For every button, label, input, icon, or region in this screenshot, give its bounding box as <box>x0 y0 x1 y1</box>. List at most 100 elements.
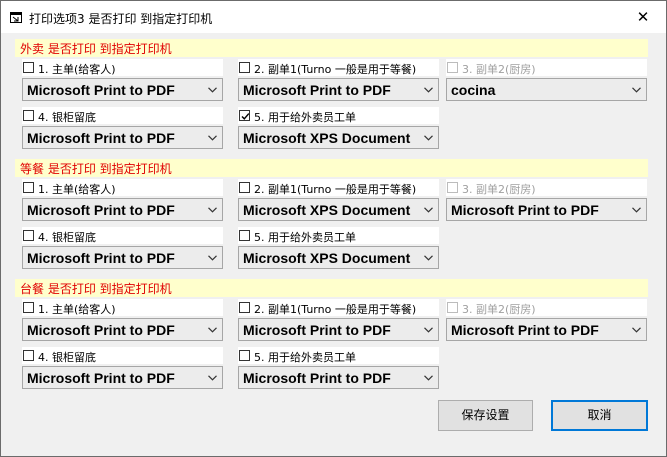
checkbox-row[interactable]: 1. 主单(给客人) <box>22 299 223 316</box>
checkbox[interactable] <box>239 62 250 73</box>
section-takeaway: 外卖 是否打印 到指定打印机 1. 主单(给客人) Microsoft Print … <box>1 39 666 159</box>
chevron-down-icon[interactable] <box>632 87 641 93</box>
chevron-down-icon[interactable] <box>424 87 433 93</box>
checkbox-row[interactable]: 2. 副单1(Turno 一般是用于等餐) <box>238 299 439 316</box>
checkbox-label: 1. 主单(给客人) <box>38 63 116 76</box>
printer-select[interactable]: cocina <box>446 78 647 101</box>
close-icon[interactable]: ✕ <box>620 1 666 33</box>
printer-select-value: Microsoft Print to PDF <box>27 82 175 98</box>
printer-select[interactable]: Microsoft Print to PDF <box>22 78 223 101</box>
chevron-down-icon[interactable] <box>424 255 433 261</box>
checkbox-row[interactable]: 5. 用于给外卖员工单 <box>238 107 439 124</box>
cancel-button[interactable]: 取消 <box>551 400 648 431</box>
checkbox-label: 3. 副单2(厨房) <box>462 183 536 196</box>
chevron-down-icon[interactable] <box>424 375 433 381</box>
print-slot-4: 4. 银柜留底 Microsoft Print to PDF <box>22 347 223 391</box>
printer-select[interactable]: Microsoft Print to PDF <box>22 126 223 149</box>
printer-select-value: Microsoft Print to PDF <box>27 322 175 338</box>
printer-select-value: cocina <box>451 82 496 98</box>
checkbox-label: 3. 副单2(厨房) <box>462 303 536 316</box>
checkbox[interactable] <box>239 350 250 361</box>
checkbox-row: 3. 副单2(厨房) <box>446 179 647 196</box>
checkmark-icon <box>241 113 250 120</box>
chevron-down-icon[interactable] <box>424 327 433 333</box>
checkbox-label: 2. 副单1(Turno 一般是用于等餐) <box>254 183 417 196</box>
section-title: 台餐 是否打印 到指定打印机 <box>20 282 172 296</box>
section-header: 台餐 是否打印 到指定打印机 <box>15 279 648 297</box>
checkbox[interactable] <box>23 182 34 193</box>
checkbox[interactable] <box>239 230 250 241</box>
checkbox-label: 4. 银柜留底 <box>38 231 96 244</box>
printer-select-value: Microsoft XPS Document <box>243 250 411 266</box>
checkbox <box>447 182 458 193</box>
printer-select[interactable]: Microsoft Print to PDF <box>22 198 223 221</box>
print-slot-5: 5. 用于给外卖员工单 Microsoft XPS Document <box>238 227 439 271</box>
checkbox-row[interactable]: 1. 主单(给客人) <box>22 179 223 196</box>
print-slot-4: 4. 银柜留底 Microsoft Print to PDF <box>22 107 223 151</box>
checkbox-row[interactable]: 2. 副单1(Turno 一般是用于等餐) <box>238 179 439 196</box>
checkbox-row[interactable]: 1. 主单(给客人) <box>22 59 223 76</box>
checkbox-row[interactable]: 4. 银柜留底 <box>22 107 223 124</box>
checkbox[interactable] <box>23 302 34 313</box>
checkbox-row[interactable]: 2. 副单1(Turno 一般是用于等餐) <box>238 59 439 76</box>
chevron-down-icon[interactable] <box>424 135 433 141</box>
window-title: 打印选项3 是否打印 到指定打印机 <box>29 12 213 26</box>
checkbox <box>447 62 458 73</box>
print-slot-3: 3. 副单2(厨房) Microsoft Print to PDF <box>446 179 647 223</box>
print-slot-3: 3. 副单2(厨房) Microsoft Print to PDF <box>446 299 647 343</box>
printer-select[interactable]: Microsoft Print to PDF <box>22 246 223 269</box>
checkbox-label: 5. 用于给外卖员工单 <box>254 111 356 124</box>
printer-select[interactable]: Microsoft Print to PDF <box>238 318 439 341</box>
section-header: 外卖 是否打印 到指定打印机 <box>15 39 648 57</box>
chevron-down-icon[interactable] <box>632 207 641 213</box>
printer-select-value: Microsoft Print to PDF <box>27 370 175 386</box>
app-icon <box>10 12 22 23</box>
printer-select-value: Microsoft XPS Document <box>243 202 411 218</box>
print-slot-1: 1. 主单(给客人) Microsoft Print to PDF <box>22 299 223 343</box>
printer-select[interactable]: Microsoft Print to PDF <box>22 366 223 389</box>
checkbox[interactable] <box>239 302 250 313</box>
checkbox-row[interactable]: 4. 银柜留底 <box>22 347 223 364</box>
checkbox-label: 2. 副单1(Turno 一般是用于等餐) <box>254 63 417 76</box>
printer-select[interactable]: Microsoft XPS Document <box>238 198 439 221</box>
checkbox[interactable] <box>23 230 34 241</box>
checkbox-row[interactable]: 5. 用于给外卖员工单 <box>238 227 439 244</box>
printer-select[interactable]: Microsoft XPS Document <box>238 246 439 269</box>
printer-select[interactable]: Microsoft Print to PDF <box>238 78 439 101</box>
section-title: 外卖 是否打印 到指定打印机 <box>20 42 172 56</box>
chevron-down-icon[interactable] <box>208 375 217 381</box>
chevron-down-icon[interactable] <box>208 87 217 93</box>
checkbox[interactable] <box>23 350 34 361</box>
printer-select[interactable]: Microsoft Print to PDF <box>446 318 647 341</box>
printer-select-value: Microsoft Print to PDF <box>27 250 175 266</box>
section-title: 等餐 是否打印 到指定打印机 <box>20 162 172 176</box>
chevron-down-icon[interactable] <box>208 207 217 213</box>
print-slot-1: 1. 主单(给客人) Microsoft Print to PDF <box>22 59 223 103</box>
print-options-dialog: 打印选项3 是否打印 到指定打印机 ✕ 外卖 是否打印 到指定打印机 1. 主单(… <box>0 0 667 457</box>
checkbox-label: 1. 主单(给客人) <box>38 183 116 196</box>
checkbox[interactable] <box>23 62 34 73</box>
checkbox[interactable] <box>239 182 250 193</box>
checkbox[interactable] <box>23 110 34 121</box>
checkbox-label: 1. 主单(给客人) <box>38 303 116 316</box>
chevron-down-icon[interactable] <box>208 255 217 261</box>
checkbox-row: 3. 副单2(厨房) <box>446 59 647 76</box>
checkbox-label: 5. 用于给外卖员工单 <box>254 231 356 244</box>
checkbox-row[interactable]: 4. 银柜留底 <box>22 227 223 244</box>
printer-select[interactable]: Microsoft XPS Document <box>238 126 439 149</box>
printer-select[interactable]: Microsoft Print to PDF <box>238 366 439 389</box>
print-slot-5: 5. 用于给外卖员工单 Microsoft XPS Document <box>238 107 439 151</box>
printer-select-value: Microsoft Print to PDF <box>451 322 599 338</box>
chevron-down-icon[interactable] <box>632 327 641 333</box>
printer-select[interactable]: Microsoft Print to PDF <box>22 318 223 341</box>
chevron-down-icon[interactable] <box>208 135 217 141</box>
printer-select[interactable]: Microsoft Print to PDF <box>446 198 647 221</box>
save-button[interactable]: 保存设置 <box>438 400 533 431</box>
chevron-down-icon[interactable] <box>208 327 217 333</box>
checkbox <box>447 302 458 313</box>
checkbox-checked[interactable] <box>239 110 250 121</box>
printer-select-value: Microsoft XPS Document <box>243 130 411 146</box>
chevron-down-icon[interactable] <box>424 207 433 213</box>
checkbox-label: 3. 副单2(厨房) <box>462 63 536 76</box>
checkbox-row[interactable]: 5. 用于给外卖员工单 <box>238 347 439 364</box>
